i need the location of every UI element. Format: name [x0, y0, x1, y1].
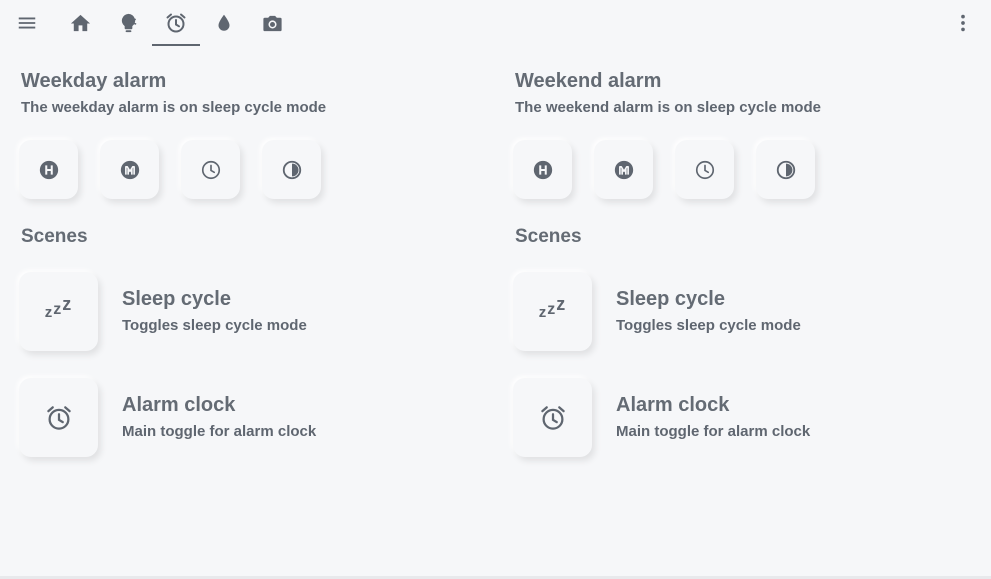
scene-name: Sleep cycle: [616, 288, 725, 310]
alpha-h-circle-icon: [533, 160, 552, 179]
weekend-scene-alarm-clock[interactable]: Alarm clock Main toggle for alarm clock: [513, 378, 933, 457]
scene-name: Alarm clock: [122, 394, 236, 416]
weekend-minute-button[interactable]: [594, 140, 653, 199]
weekend-time-button[interactable]: [675, 140, 734, 199]
weekend-alarm-title: Weekend alarm: [515, 70, 662, 92]
weekend-mode-button[interactable]: [756, 140, 815, 199]
weekend-scenes-title: Scenes: [515, 226, 582, 247]
weekday-alarm-status: The weekday alarm is on sleep cycle mode: [21, 99, 327, 116]
more-vertical-icon: [961, 14, 965, 32]
alarm-clock-icon[interactable]: [19, 378, 98, 457]
circle-half-icon: [282, 160, 301, 179]
weekday-minute-button[interactable]: [100, 140, 159, 199]
weekend-scene-sleep-cycle[interactable]: zzz Sleep cycle Toggles sleep cycle mode: [513, 272, 933, 351]
weekend-alarm-section: Weekend alarm The weekend alarm is on sl…: [494, 0, 954, 579]
alpha-m-circle-icon: [120, 160, 139, 179]
scene-name: Sleep cycle: [122, 288, 231, 310]
weekday-alarm-title: Weekday alarm: [21, 70, 167, 92]
weekend-alarm-status: The weekend alarm is on sleep cycle mode: [515, 99, 821, 116]
sleep-zzz-icon[interactable]: zzz: [513, 272, 592, 351]
alpha-m-circle-icon: [614, 160, 633, 179]
scene-description: Toggles sleep cycle mode: [616, 317, 801, 334]
scene-description: Main toggle for alarm clock: [616, 423, 811, 440]
weekday-time-button[interactable]: [181, 140, 240, 199]
weekday-alarm-section: Weekday alarm The weekday alarm is on sl…: [0, 0, 460, 579]
weekday-mode-button[interactable]: [262, 140, 321, 199]
weekend-hour-button[interactable]: [513, 140, 572, 199]
scene-name: Alarm clock: [616, 394, 730, 416]
sleep-zzz-icon[interactable]: zzz: [19, 272, 98, 351]
weekday-scenes-title: Scenes: [21, 226, 88, 247]
alpha-h-circle-icon: [39, 160, 58, 179]
clock-outline-icon: [695, 160, 714, 179]
clock-outline-icon: [201, 160, 220, 179]
weekday-scene-sleep-cycle[interactable]: zzz Sleep cycle Toggles sleep cycle mode: [19, 272, 439, 351]
scene-description: Main toggle for alarm clock: [122, 423, 317, 440]
scene-description: Toggles sleep cycle mode: [122, 317, 307, 334]
alarm-clock-icon[interactable]: [513, 378, 592, 457]
weekday-hour-button[interactable]: [19, 140, 78, 199]
weekday-scene-alarm-clock[interactable]: Alarm clock Main toggle for alarm clock: [19, 378, 439, 457]
circle-half-icon: [776, 160, 795, 179]
